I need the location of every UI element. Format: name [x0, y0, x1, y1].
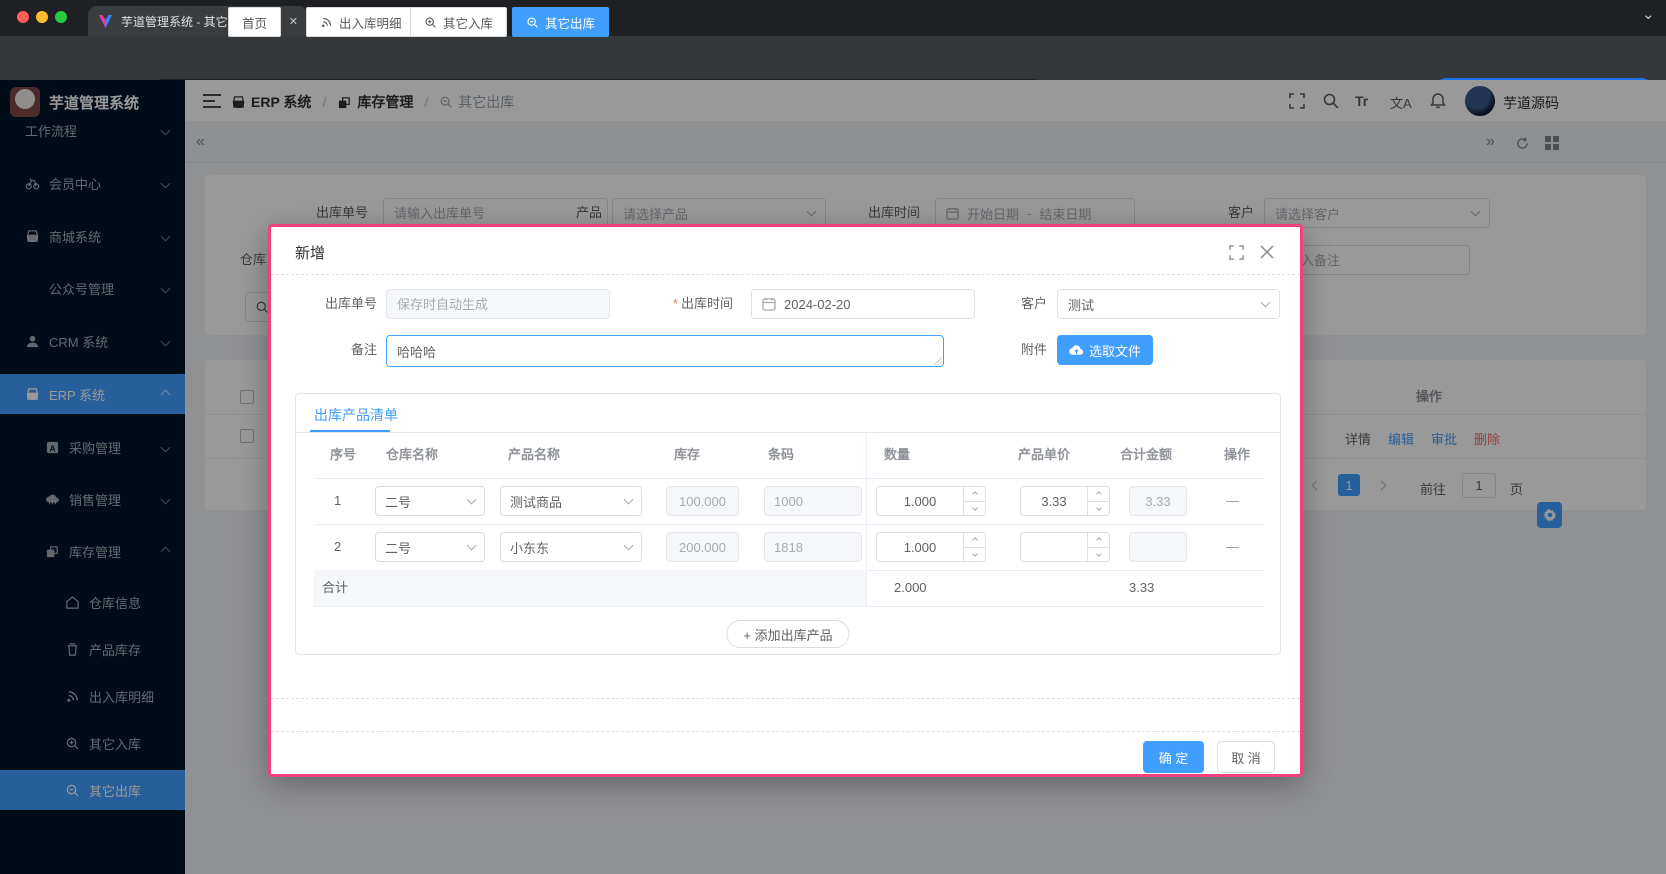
decrease-icon[interactable]: [964, 502, 985, 516]
increase-icon[interactable]: [1088, 487, 1109, 502]
col-header-warehouse: 仓库名称: [386, 432, 438, 478]
col-header-quantity: 数量: [884, 432, 910, 478]
out-no-label: 出库单号: [291, 289, 377, 319]
chevron-down-icon: [467, 495, 477, 505]
col-header-total: 合计金额: [1120, 432, 1172, 478]
row2-total-input: [1129, 532, 1187, 562]
row-divider: [314, 606, 1264, 607]
increase-icon[interactable]: [964, 487, 985, 502]
col-header-price: 产品单价: [1018, 432, 1070, 478]
product-list-card: 出库产品清单 序号 仓库名称 产品名称 库存 条码 数量 产品单价 合计金额 操…: [295, 393, 1281, 655]
row1-barcode-input: 1000: [764, 486, 862, 516]
row-divider: [314, 524, 1264, 525]
cancel-button[interactable]: 取 消: [1217, 741, 1275, 773]
window-minimize-button[interactable]: [36, 11, 48, 23]
row2-product-select[interactable]: 小东东: [500, 532, 642, 562]
add-product-button[interactable]: + 添加出库产品: [726, 620, 849, 648]
customer-select[interactable]: 测试: [1057, 289, 1280, 319]
calendar-icon: [762, 297, 776, 311]
remark-label: 备注: [291, 335, 377, 365]
row-divider: [314, 478, 1264, 479]
dialog-close-icon[interactable]: [1260, 245, 1274, 259]
tab-favicon: [98, 14, 113, 29]
row1-stock-input: 100.000: [666, 486, 739, 516]
increase-icon[interactable]: [964, 533, 985, 548]
signal-icon: [320, 16, 333, 29]
tab-close-icon[interactable]: ✕: [289, 15, 298, 28]
row1-total-input: 3.33: [1129, 486, 1187, 516]
page-tab-stock-in[interactable]: 其它入库: [410, 7, 507, 37]
decrease-icon[interactable]: [964, 548, 985, 562]
fixed-column-divider: [866, 433, 867, 606]
summary-row-background: [314, 570, 866, 606]
col-header-index: 序号: [330, 432, 356, 478]
row-index: 1: [334, 493, 341, 508]
dialog-title: 新增: [295, 242, 325, 263]
dialog-body-divider: [271, 698, 1300, 699]
decrease-icon[interactable]: [1088, 548, 1109, 562]
row1-quantity-stepper[interactable]: 1.000: [876, 486, 986, 516]
chevron-down-icon: [1261, 298, 1271, 308]
row2-warehouse-select[interactable]: 二号: [375, 532, 485, 562]
window-zoom-button[interactable]: [55, 11, 67, 23]
row2-price-stepper[interactable]: [1020, 532, 1110, 562]
out-no-input: [386, 289, 610, 319]
stock-in-icon: [424, 16, 437, 29]
col-header-stock: 库存: [674, 432, 700, 478]
row2-stock-input: 200.000: [666, 532, 739, 562]
row2-op: —: [1226, 539, 1239, 554]
page-tab-home[interactable]: 首页: [228, 7, 281, 37]
row1-product-select[interactable]: 测试商品: [500, 486, 642, 516]
page-tab-stock-record[interactable]: 出入库明细: [306, 7, 416, 37]
upload-file-button[interactable]: 选取文件: [1057, 335, 1153, 365]
page-tab-stock-out[interactable]: 其它出库: [512, 7, 609, 37]
dialog-footer-divider: [271, 731, 1300, 732]
row2-barcode-input: 1818: [764, 532, 862, 562]
summary-total: 3.33: [1129, 570, 1154, 606]
chevron-down-icon: [624, 541, 634, 551]
remark-textarea[interactable]: 哈哈哈: [386, 335, 944, 367]
row1-warehouse-select[interactable]: 二号: [375, 486, 485, 516]
row1-op: —: [1226, 493, 1239, 508]
row-index: 2: [334, 539, 341, 554]
out-time-input[interactable]: 2024-02-20: [751, 289, 975, 319]
summary-label: 合计: [322, 570, 348, 606]
out-time-label: *出库时间: [639, 289, 733, 319]
dialog-fullscreen-icon[interactable]: [1229, 245, 1244, 260]
chevron-down-icon: [467, 541, 477, 551]
upload-cloud-icon: [1069, 344, 1084, 356]
window-close-button[interactable]: [17, 11, 29, 23]
decrease-icon[interactable]: [1088, 502, 1109, 516]
textarea-resize-handle[interactable]: [933, 356, 942, 365]
dialog-header-divider: [271, 274, 1300, 275]
col-header-product: 产品名称: [508, 432, 560, 478]
increase-icon[interactable]: [1088, 533, 1109, 548]
chevron-down-icon: [624, 495, 634, 505]
summary-quantity: 2.000: [894, 570, 927, 606]
tab-search-chevron-icon[interactable]: ⌄: [1642, 5, 1655, 23]
row1-price-stepper[interactable]: 3.33: [1020, 486, 1110, 516]
browser-toolbar: ← → 127.0.0.1/erp/stock/out 6 重新启动即可更新 ⋮: [0, 36, 1666, 80]
col-header-op: 操作: [1224, 432, 1250, 478]
screen: 芋道管理系统 - 其它出库 ✕ + ⌄ ← → 127.0.0.1/erp/st…: [0, 0, 1666, 874]
required-asterisk: *: [673, 296, 678, 311]
attachment-label: 附件: [971, 335, 1047, 365]
new-stock-out-dialog: 新增 出库单号 *出库时间 2024-02-20 客户 测试 备注 哈哈哈 附件…: [268, 224, 1303, 777]
product-list-tab[interactable]: 出库产品清单: [314, 405, 398, 425]
confirm-button[interactable]: 确 定: [1143, 741, 1204, 773]
stock-out-icon: [526, 16, 539, 29]
col-header-barcode: 条码: [768, 432, 794, 478]
customer-label: 客户: [971, 289, 1047, 319]
row2-quantity-stepper[interactable]: 1.000: [876, 532, 986, 562]
